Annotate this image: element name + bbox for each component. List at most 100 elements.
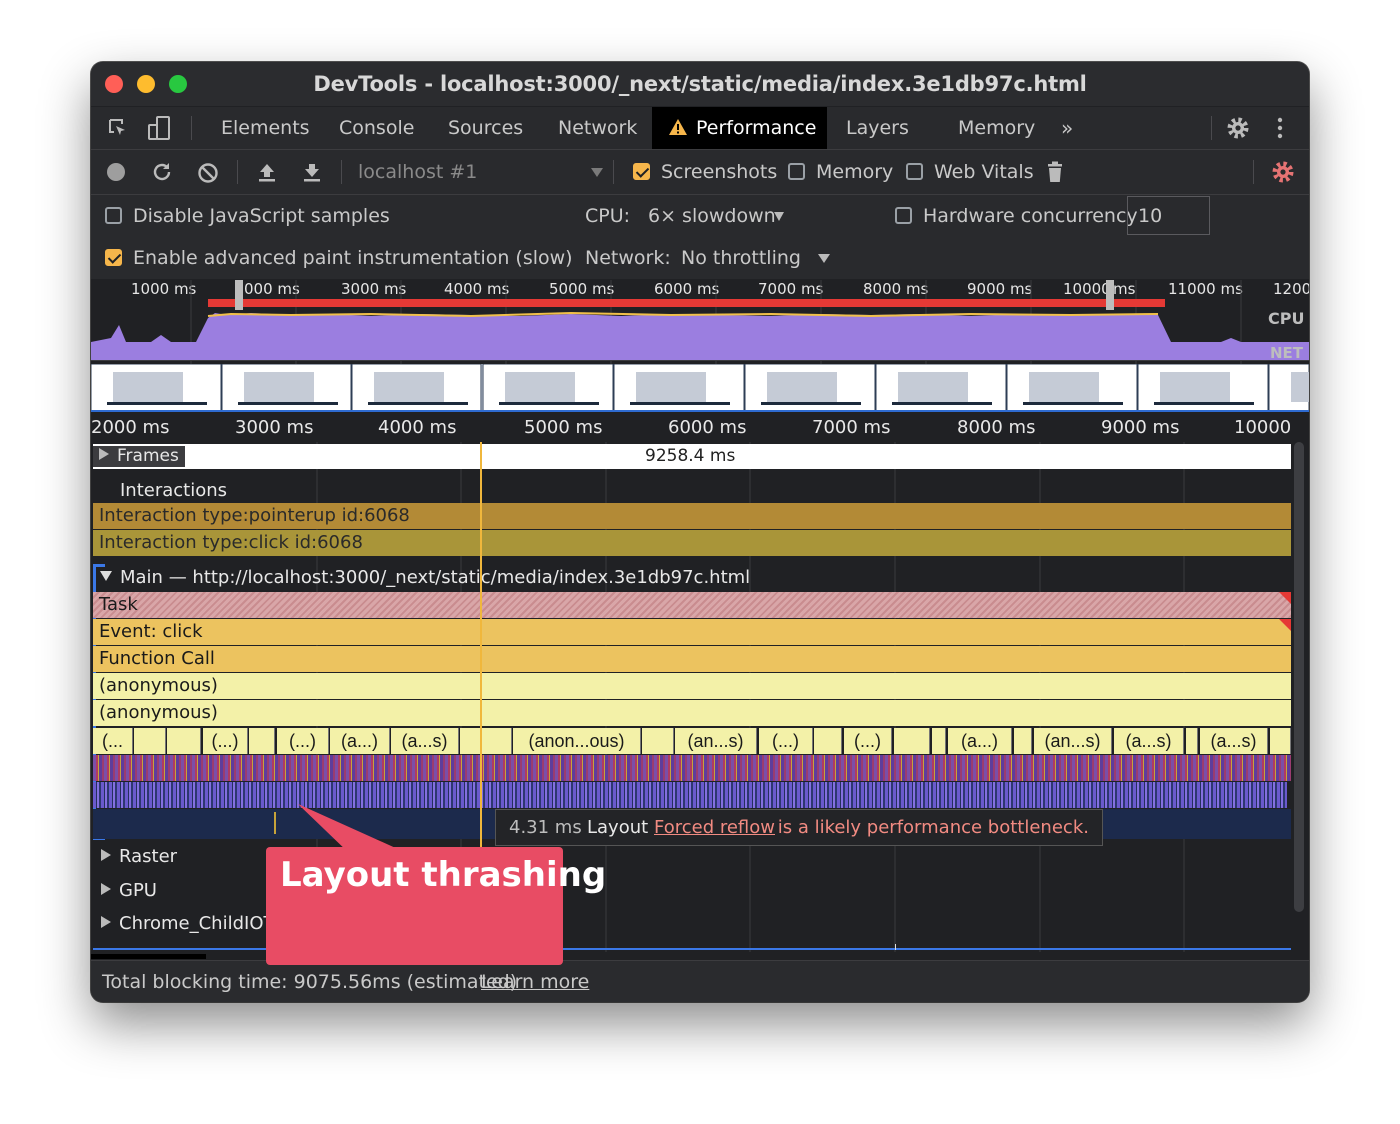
call-segment[interactable]: (...)	[277, 728, 329, 754]
tab-console[interactable]: Console	[339, 107, 414, 149]
call-segment[interactable]: (an...s)	[675, 728, 757, 754]
call-segment[interactable]	[1014, 728, 1032, 754]
device-toolbar-icon[interactable]	[147, 115, 171, 141]
overview-window-right-handle[interactable]	[1106, 280, 1114, 310]
call-segment[interactable]	[460, 728, 512, 754]
forced-reflow-link[interactable]: Forced reflow	[654, 817, 775, 838]
reload-record-icon[interactable]	[151, 161, 173, 183]
interactions-track-label[interactable]: Interactions	[120, 480, 227, 501]
call-segment[interactable]: (...)	[759, 728, 813, 754]
call-segment[interactable]	[814, 728, 842, 754]
call-segment[interactable]	[642, 728, 674, 754]
cpu-usage-area	[91, 313, 1309, 360]
expand-triangle-icon	[99, 448, 109, 460]
window-title: DevTools - localhost:3000/_next/static/m…	[313, 72, 1087, 96]
call-segment[interactable]: (...)	[203, 728, 248, 754]
hardware-concurrency-input[interactable]: 10	[1127, 196, 1210, 235]
tab-sources[interactable]: Sources	[448, 107, 523, 149]
inspect-element-icon[interactable]	[107, 117, 129, 139]
gpu-label: GPU	[119, 880, 157, 901]
raster-label: Raster	[119, 846, 178, 867]
web-vitals-checkbox[interactable]	[906, 163, 923, 180]
call-segment[interactable]: (a...s)	[391, 728, 459, 754]
call-segment[interactable]	[932, 728, 946, 754]
network-select-chevron-down-icon[interactable]	[818, 254, 830, 263]
profile-select[interactable]: localhost #1	[358, 161, 477, 183]
anonymous-call-2[interactable]: (anonymous)	[93, 700, 1291, 726]
interaction-pointerup[interactable]: Interaction type:pointerup id:6068	[93, 503, 1291, 529]
call-segment[interactable]: (a...)	[330, 728, 390, 754]
record-icon[interactable]	[106, 162, 126, 182]
horizontal-scrollbar[interactable]	[91, 954, 206, 959]
tab-elements[interactable]: Elements	[221, 107, 310, 149]
ruler-tick: 4000 ms	[378, 417, 457, 438]
more-tabs-chevron-icon[interactable]: »	[1061, 107, 1073, 149]
layout-events-row[interactable]	[93, 782, 1287, 808]
call-segment[interactable]	[1270, 728, 1291, 754]
network-throttling-select[interactable]: No throttling	[681, 247, 801, 269]
performance-toolbar: localhost #1 Screenshots Memory Web Vita…	[91, 150, 1309, 195]
call-segment[interactable]: (a...)	[948, 728, 1012, 754]
ruler-tick: 2000 ms	[91, 417, 170, 438]
ruler-tick: 8000 ms	[957, 417, 1036, 438]
interaction-click[interactable]: Interaction type:click id:6068	[93, 530, 1291, 556]
call-segment[interactable]: (...)	[844, 728, 892, 754]
screenshots-checkbox[interactable]	[633, 163, 650, 180]
memory-checkbox[interactable]	[788, 163, 805, 180]
call-segment[interactable]: (a...s)	[1200, 728, 1268, 754]
tab-network[interactable]: Network	[558, 107, 637, 149]
main-track-header[interactable]: Main — http://localhost:3000/_next/stati…	[100, 567, 750, 588]
style-layout-events-row[interactable]	[93, 755, 1291, 781]
event-click[interactable]: Event: click	[93, 619, 1291, 645]
task-event[interactable]: Task	[93, 592, 1291, 618]
cpu-throttling-select[interactable]: 6× slowdown	[648, 205, 776, 227]
long-task-flag	[1279, 592, 1291, 604]
hardware-concurrency-label: Hardware concurrency	[923, 205, 1138, 227]
tab-performance[interactable]: Performance	[652, 107, 827, 149]
clear-icon[interactable]	[197, 162, 219, 184]
gpu-track-header[interactable]: GPU	[101, 880, 157, 901]
upload-profile-icon[interactable]	[256, 161, 278, 183]
layout-thrashing-callout: Layout thrashing	[266, 847, 606, 965]
hardware-concurrency-value: 10	[1138, 205, 1163, 227]
anonymous-call-1[interactable]: (anonymous)	[93, 673, 1291, 699]
download-profile-icon[interactable]	[301, 161, 323, 183]
memory-label: Memory	[816, 161, 894, 183]
function-call-event[interactable]: Function Call	[93, 646, 1291, 672]
ruler-tick: 5000 ms	[524, 417, 603, 438]
call-segment[interactable]: (a...s)	[1114, 728, 1184, 754]
collapse-triangle-icon	[100, 571, 112, 581]
network-label: Network:	[585, 247, 671, 269]
call-segment[interactable]: (anon...ous)	[513, 728, 641, 754]
tab-performance-label: Performance	[696, 117, 817, 139]
call-segment[interactable]	[894, 728, 930, 754]
hardware-concurrency-checkbox[interactable]	[895, 207, 912, 224]
learn-more-link[interactable]: Learn more	[481, 971, 589, 993]
capture-settings-gear-icon[interactable]	[1271, 160, 1295, 184]
tab-separator	[1211, 116, 1212, 140]
raster-track-header[interactable]: Raster	[101, 846, 177, 867]
collect-garbage-trash-icon[interactable]	[1046, 161, 1064, 183]
frames-track-header[interactable]: Frames	[93, 446, 185, 467]
advanced-paint-checkbox[interactable]	[105, 249, 122, 266]
call-segment[interactable]: (...	[93, 728, 133, 754]
call-segment[interactable]	[249, 728, 275, 754]
cpu-select-chevron-down-icon[interactable]	[774, 212, 784, 221]
timeline-overview[interactable]: 1000 ms 000 ms 3000 ms 4000 ms 5000 ms 6…	[91, 280, 1309, 413]
call-segment[interactable]	[134, 728, 166, 754]
overview-window-left-handle[interactable]	[235, 280, 243, 310]
flame-chart-scrollbar[interactable]	[1294, 442, 1304, 912]
child-io-track-header[interactable]: Chrome_ChildIOT	[101, 913, 274, 934]
settings-gear-icon[interactable]	[1226, 116, 1250, 140]
tab-layers[interactable]: Layers	[846, 107, 909, 149]
disable-js-samples-label: Disable JavaScript samples	[133, 205, 390, 227]
call-segment[interactable]	[167, 728, 201, 754]
tab-memory[interactable]: Memory	[958, 107, 1035, 149]
child-io-label: Chrome_ChildIOT	[119, 913, 275, 934]
kebab-menu-icon[interactable]	[1277, 117, 1283, 139]
call-segment[interactable]	[1186, 728, 1198, 754]
tooltip-event-name: Layout	[587, 817, 649, 838]
profile-select-chevron-down-icon[interactable]	[591, 168, 603, 177]
call-segment[interactable]: (an...s)	[1034, 728, 1112, 754]
disable-js-samples-checkbox[interactable]	[105, 207, 122, 224]
